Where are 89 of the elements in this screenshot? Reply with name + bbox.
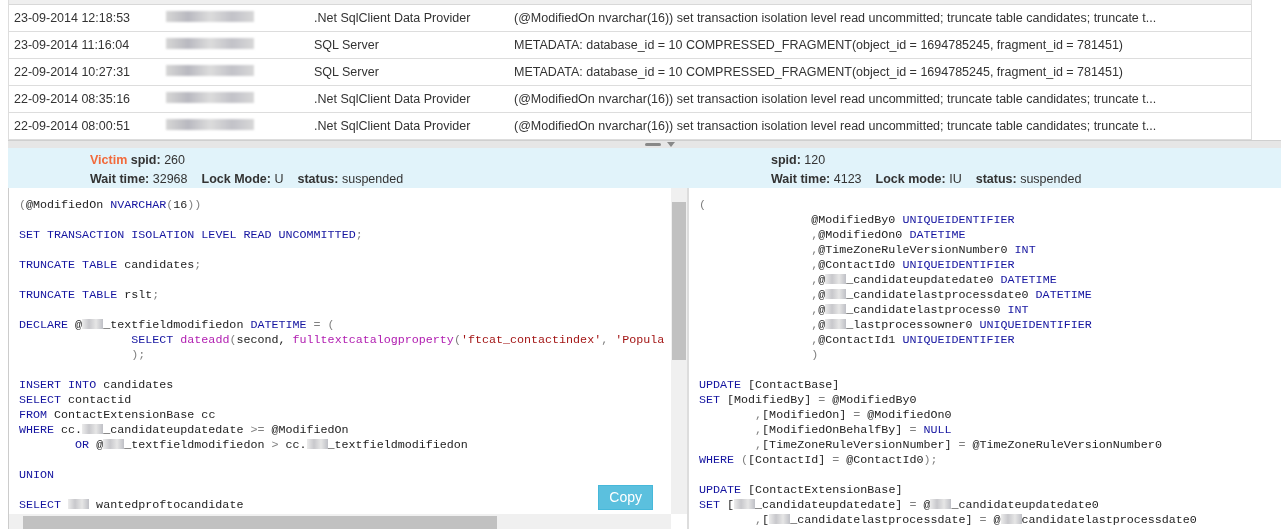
redacted-block [306, 439, 328, 449]
code-line: TRUNCATE TABLE candidates; [19, 258, 202, 273]
field-value: 32968 [152, 172, 188, 186]
code-line: ,[ _candidatelastprocessdate] = @ candidatelastprocessdate0 [754, 513, 1197, 528]
victim-label: Victim [90, 153, 128, 167]
code-line: UNION [19, 468, 55, 483]
code-line: SET [ModifiedBy] = @ModifiedBy0 [699, 393, 917, 408]
code-line: ) [810, 348, 819, 363]
code-line: ,@ContactId0 UNIQUEIDENTIFIER [810, 258, 1015, 273]
field-label: spid: [130, 153, 161, 167]
code-line: TRUNCATE TABLE rslt; [19, 288, 160, 303]
redacted-block [103, 439, 125, 449]
table-cell-text: METADATA: database_id = 10 COMPRESSED_FRAGMENT(object_id = 1694785245, fragment_id = 781451) [514, 36, 1124, 54]
table-cell-text: 22-09-2014 08:35:16 [13, 90, 132, 108]
scrollbar-thumb[interactable] [672, 202, 686, 360]
code-line: ,[ModifiedOnBehalfBy] = NULL [754, 423, 952, 438]
redacted-block [769, 514, 791, 524]
table-row[interactable]: 23-09-2014 12:18:53 .Net SqlClient Data Provider (@ModifiedOn nvarchar(16)) set transaction isolation level read uncommitted; truncate table candidates; truncate t... [9, 5, 1251, 32]
redacted-block [825, 274, 847, 284]
table-cell-text: (@ModifiedOn nvarchar(16)) set transaction isolation level read uncommitted; truncate table candidates; truncate t... [514, 90, 1158, 108]
table-row[interactable]: 23-09-2014 11:16:04 SQL Server METADATA: database_id = 10 COMPRESSED_FRAGMENT(object_id = 1694785245, fragment_id = 781451) [9, 32, 1251, 59]
field-label: status: [975, 172, 1017, 186]
code-line: SELECT contactid [19, 393, 132, 408]
scrollbar-thumb[interactable] [23, 515, 497, 529]
field-value: 4123 [833, 172, 862, 186]
vertical-scrollbar[interactable] [671, 188, 687, 514]
table-cell-text: 23-09-2014 11:16:04 [13, 36, 131, 54]
field-label: Wait time: [771, 172, 831, 186]
horizontal-scrollbar[interactable] [9, 514, 671, 529]
splitter-bar[interactable] [8, 140, 1281, 148]
code-line: ,@ _candidatelastprocess0 INT [810, 303, 1029, 318]
table-cell-text: 23-09-2014 12:18:53 [13, 9, 132, 27]
table-cell-text: SQL Server [314, 36, 380, 54]
field-label: Lock Mode: [201, 172, 271, 186]
code-line: OR @ _textfieldmodifiedon > cc. _textfieldmodifiedon [74, 438, 468, 453]
redacted-block [82, 319, 104, 329]
redacted-block [68, 499, 90, 509]
table-cell-text: (@ModifiedOn nvarchar(16)) set transaction isolation level read uncommitted; truncate table candidates; truncate t... [514, 9, 1158, 27]
code-line: FROM ContactExtensionBase cc [19, 408, 216, 423]
table-row[interactable]: 22-09-2014 10:27:31 SQL Server METADATA: database_id = 10 COMPRESSED_FRAGMENT(object_id = 1694785245, fragment_id = 781451) [9, 59, 1251, 86]
field-value: 260 [164, 153, 185, 167]
redacted-block [930, 499, 952, 509]
code-line: ,@ _candidateupdatedate0 DATETIME [810, 273, 1057, 288]
redacted-block [734, 499, 756, 509]
code-line: ,[ModifiedOn] = @ModifiedOn0 [754, 408, 952, 423]
redacted-block [825, 319, 847, 329]
code-line: ,@ContactId1 UNIQUEIDENTIFIER [810, 333, 1015, 348]
field-label: Wait time: [90, 172, 150, 186]
table-cell-text: (@ModifiedOn nvarchar(16)) set transaction isolation level read uncommitted; truncate table candidates; truncate t... [514, 117, 1158, 135]
table-cell-text: SQL Server [314, 63, 380, 81]
code-line: DECLARE @ _textfieldmodifiedon DATETIME = ( [19, 318, 335, 333]
code-line: UPDATE [ContactBase] [699, 378, 840, 393]
table-cell-text: .Net SqlClient Data Provider [314, 90, 472, 108]
table-cell-text: METADATA: database_id = 10 COMPRESSED_FRAGMENT(object_id = 1694785245, fragment_id = 781451) [514, 63, 1124, 81]
code-line: SET TRANSACTION ISOLATION LEVEL READ UNCOMMITTED; [19, 228, 363, 243]
field-value: IU [949, 172, 962, 186]
redacted-block [825, 304, 847, 314]
table-cell-text: 22-09-2014 10:27:31 [13, 63, 132, 81]
code-line: UPDATE [ContactExtensionBase] [699, 483, 903, 498]
field-label: spid: [771, 153, 801, 167]
code-line: ( [699, 198, 706, 213]
code-line: WHERE ([ContactId] = @ContactId0); [699, 453, 938, 468]
table-cell-text: 22-09-2014 08:00:51 [13, 117, 132, 135]
code-line: INSERT INTO candidates [19, 378, 174, 393]
code-line: ,[TimeZoneRuleVersionNumber] = @TimeZoneRuleVersionNumber0 [754, 438, 1162, 453]
code-line: ,@ _lastprocessowner0 UNIQUEIDENTIFIER [810, 318, 1092, 333]
table-cell-text: .Net SqlClient Data Provider [314, 117, 472, 135]
redacted-block [825, 289, 847, 299]
code-line: SELECT wantedproftocandidate [19, 498, 244, 513]
redacted-block [1000, 514, 1022, 524]
grip-icon [644, 143, 661, 146]
code-line: SELECT dateadd(second, fulltextcatalogproperty('ftcat_contactindex', 'Popula [130, 333, 665, 348]
code-line: SET [ _candidateupdatedate] = @ _candidateupdatedate0 [699, 498, 1099, 513]
field-value: suspended [1020, 172, 1082, 186]
field-label: Lock mode: [875, 172, 946, 186]
field-value: U [274, 172, 284, 186]
code-line: ,@ModifiedOn0 DATETIME [810, 228, 966, 243]
code-line: WHERE cc. _candidateupdatedate >= @ModifiedOn [19, 423, 349, 438]
field-label: status: [297, 172, 339, 186]
field-value: suspended [341, 172, 404, 186]
code-line: @ModifiedBy0 UNIQUEIDENTIFIER [810, 213, 1015, 228]
table-row[interactable]: 22-09-2014 08:35:16 .Net SqlClient Data Provider (@ModifiedOn nvarchar(16)) set transaction isolation level read uncommitted; truncate table candidates; truncate t... [9, 86, 1251, 113]
field-value: 120 [804, 153, 826, 167]
code-line: ,@ _candidatelastprocessdate0 DATETIME [810, 288, 1092, 303]
code-line: (@ModifiedOn NVARCHAR(16)) [19, 198, 202, 213]
table-cell-text: .Net SqlClient Data Provider [314, 9, 472, 27]
redacted-block [82, 424, 104, 434]
code-line: ,@TimeZoneRuleVersionNumber0 INT [810, 243, 1036, 258]
code-line: ); [130, 348, 146, 363]
